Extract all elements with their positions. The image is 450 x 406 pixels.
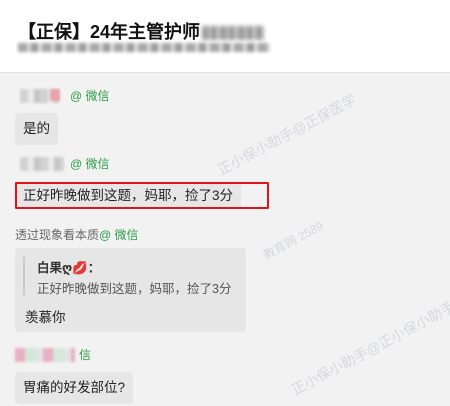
chat-header: 【正保】24年主管护师 bbox=[0, 0, 450, 73]
message-4-sender-row: 信 bbox=[0, 346, 450, 364]
message-4: 信 胃痛的好发部位? bbox=[0, 346, 450, 404]
redacted-subtitle bbox=[18, 43, 270, 52]
message-3-sender-row: 透过现象看本质 @ 微信 bbox=[0, 226, 450, 244]
message-2-sender-row: @ 微信 bbox=[0, 155, 450, 173]
message-1-bubble[interactable]: 是的 bbox=[15, 113, 58, 145]
sender-name[interactable]: 透过现象看本质 bbox=[15, 226, 99, 244]
message-1-sender-row: @ 微信 bbox=[0, 87, 450, 105]
redacted-sender-name bbox=[15, 348, 75, 362]
watermark: 正小保小助手@正小保小助手@ bbox=[288, 291, 450, 398]
message-3-text: 羡慕你 bbox=[25, 310, 66, 325]
quote-text: 正好昨晚做到这题，妈耶，捡了3分 bbox=[37, 282, 232, 296]
quote-bar bbox=[23, 257, 25, 295]
quote-author: 白果ღ💋： bbox=[37, 261, 101, 275]
wechat-channel-label: @ 微信 bbox=[70, 157, 110, 171]
message-4-text: 胃痛的好发部位? bbox=[23, 380, 126, 395]
redacted-title-suffix bbox=[202, 26, 265, 41]
message-3: 透过现象看本质 @ 微信 bbox=[0, 226, 450, 244]
wechat-channel-label: @ 微信 bbox=[99, 228, 139, 242]
wechat-channel-label: @ 微信 bbox=[70, 89, 110, 103]
message-1: @ 微信 是的 bbox=[0, 87, 450, 145]
redacted-sender-name bbox=[20, 157, 64, 171]
highlight-box bbox=[15, 182, 269, 209]
redacted-avatar-accent bbox=[50, 89, 60, 101]
message-2: @ 微信 正好昨晚做到这题，妈耶，捡了3分 bbox=[0, 155, 450, 209]
quoted-reply-bubble[interactable]: 白果ღ💋： 正好昨晚做到这题，妈耶，捡了3分 羡慕你 bbox=[15, 248, 246, 332]
message-4-bubble[interactable]: 胃痛的好发部位? bbox=[15, 372, 134, 404]
chat-title[interactable]: 【正保】24年主管护师 bbox=[18, 18, 265, 44]
message-1-text: 是的 bbox=[23, 121, 50, 136]
wechat-channel-label: 信 bbox=[79, 348, 92, 362]
